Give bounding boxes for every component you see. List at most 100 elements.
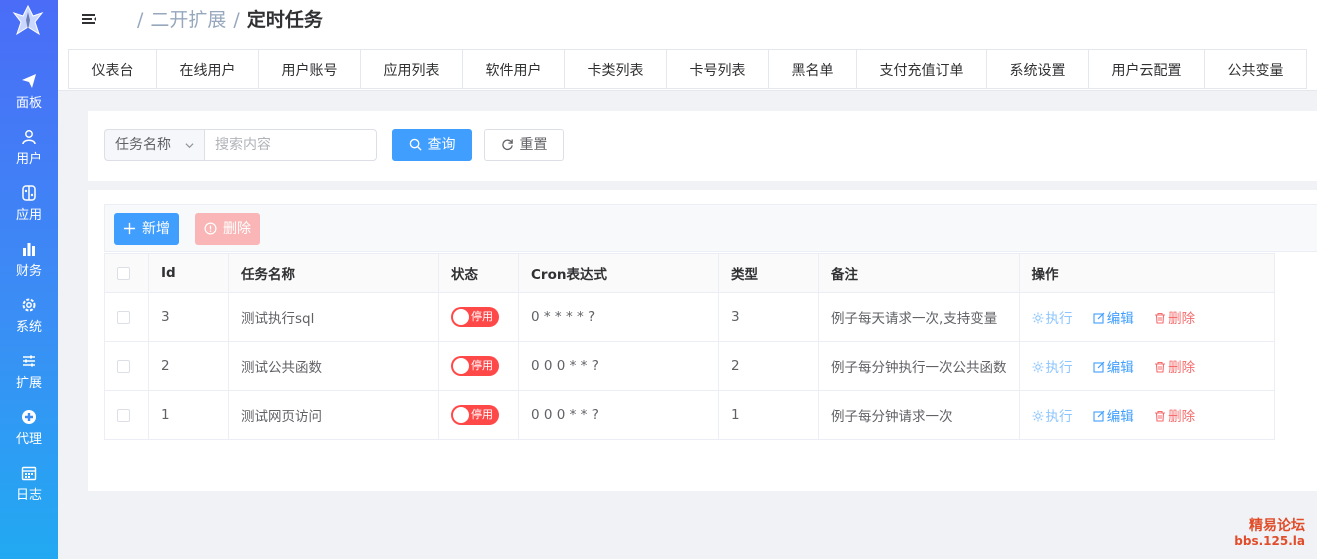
query-button-label: 查询 bbox=[427, 137, 456, 153]
breadcrumb: / 二开扩展 / 定时任务 bbox=[137, 9, 323, 31]
cell-cron: 0 * * * * ? bbox=[518, 292, 719, 342]
run-action-label: 执行 bbox=[1045, 360, 1073, 376]
run-action[interactable]: 执行 bbox=[1032, 356, 1073, 376]
gear-icon bbox=[22, 298, 36, 312]
tags-view-bar: 仪表台 在线用户 用户账号 应用列表 软件用户 卡类列表 卡号列表 黑名单 支付… bbox=[58, 48, 1317, 91]
row-select-cell bbox=[104, 292, 149, 342]
edit-icon bbox=[1093, 361, 1105, 373]
page-title: 定时任务 bbox=[246, 9, 323, 31]
run-action[interactable]: 执行 bbox=[1032, 405, 1073, 425]
info-circle-icon bbox=[204, 222, 217, 235]
sidebar-item-label: 应用 bbox=[15, 208, 42, 223]
edit-action-label: 编辑 bbox=[1106, 409, 1134, 425]
sidebar-item-label: 面板 bbox=[15, 96, 42, 111]
run-action[interactable]: 执行 bbox=[1032, 307, 1073, 327]
sidebar-item-agent[interactable]: 代理 bbox=[0, 409, 58, 461]
select-all-checkbox[interactable] bbox=[117, 266, 130, 280]
sidebar-item-app[interactable]: 应用 bbox=[0, 185, 58, 237]
breadcrumb-item[interactable]: 二开扩展 bbox=[150, 9, 226, 31]
cell-actions: 执行 编辑 删除 bbox=[1018, 292, 1275, 342]
logo-icon[interactable] bbox=[12, 4, 44, 38]
delete-action[interactable]: 删除 bbox=[1154, 307, 1195, 327]
sidebar-item-label: 代理 bbox=[15, 432, 42, 447]
sun-icon bbox=[1032, 361, 1043, 373]
switch-knob bbox=[453, 358, 469, 374]
delete-action[interactable]: 删除 bbox=[1154, 405, 1195, 425]
bar-chart-icon bbox=[23, 243, 35, 256]
trash-icon bbox=[1155, 361, 1166, 373]
row-checkbox[interactable] bbox=[117, 408, 130, 422]
tab-system-settings[interactable]: 系统设置 bbox=[986, 49, 1089, 89]
tab-dashboard[interactable]: 仪表台 bbox=[68, 49, 157, 89]
forum-watermark: 精易论坛 bbs.125.la bbox=[1234, 519, 1305, 549]
query-button[interactable]: 查询 bbox=[392, 129, 472, 161]
cell-type: 3 bbox=[718, 292, 819, 342]
switch-label: 停用 bbox=[471, 408, 493, 421]
tab-public-variables[interactable]: 公共变量 bbox=[1204, 49, 1307, 89]
chevron-down-icon bbox=[185, 143, 194, 149]
run-action-label: 执行 bbox=[1045, 409, 1073, 425]
cell-name: 测试执行sql bbox=[228, 292, 439, 342]
row-select-cell bbox=[104, 390, 149, 440]
cell-name: 测试网页访问 bbox=[228, 390, 439, 440]
sidebar-item-label: 扩展 bbox=[15, 376, 42, 391]
tab-software-users[interactable]: 软件用户 bbox=[462, 49, 565, 89]
reset-button[interactable]: 重置 bbox=[484, 129, 564, 161]
status-switch[interactable]: 停用 bbox=[451, 405, 499, 425]
cell-remark: 例子每天请求一次,支持变量 bbox=[818, 292, 1020, 342]
watermark-url: bbs.125.la bbox=[1234, 534, 1305, 548]
sidebar-item-label: 系统 bbox=[15, 320, 42, 335]
delete-button[interactable]: 删除 bbox=[195, 213, 260, 245]
column-header-cron: Cron表达式 bbox=[518, 253, 719, 293]
cell-id: 3 bbox=[148, 292, 229, 342]
tab-user-accounts[interactable]: 用户账号 bbox=[258, 49, 361, 89]
sidebar-item-extend[interactable]: 扩展 bbox=[0, 353, 58, 405]
tab-card-types[interactable]: 卡类列表 bbox=[564, 49, 667, 89]
cell-status: 停用 bbox=[438, 341, 519, 391]
column-header-name: 任务名称 bbox=[228, 253, 439, 293]
column-header-actions: 操作 bbox=[1018, 253, 1275, 293]
search-field-value: 任务名称 bbox=[115, 137, 171, 153]
tab-user-cloud-config[interactable]: 用户云配置 bbox=[1088, 49, 1205, 89]
refresh-icon bbox=[501, 139, 513, 151]
tab-app-list[interactable]: 应用列表 bbox=[360, 49, 463, 89]
edit-action-label: 编辑 bbox=[1106, 311, 1134, 327]
cell-type: 2 bbox=[718, 341, 819, 391]
edit-action[interactable]: 编辑 bbox=[1093, 356, 1134, 376]
cell-actions: 执行 编辑 删除 bbox=[1018, 341, 1275, 391]
sidebar: 面板 用户 应用 财务 系统 扩展 代理 日志 bbox=[0, 0, 58, 559]
sidebar-item-log[interactable]: 日志 bbox=[0, 465, 58, 517]
delete-action-label: 删除 bbox=[1168, 409, 1196, 425]
status-switch[interactable]: 停用 bbox=[451, 307, 499, 327]
status-switch[interactable]: 停用 bbox=[451, 356, 499, 376]
edit-action[interactable]: 编辑 bbox=[1093, 307, 1134, 327]
add-button[interactable]: 新增 bbox=[114, 213, 179, 245]
column-header-remark: 备注 bbox=[818, 253, 1020, 293]
sidebar-item-panel[interactable]: 面板 bbox=[0, 73, 58, 125]
search-input[interactable] bbox=[204, 129, 377, 161]
hamburger-icon[interactable] bbox=[81, 11, 97, 27]
delete-action-label: 删除 bbox=[1168, 311, 1196, 327]
tab-payment-orders[interactable]: 支付充值订单 bbox=[856, 49, 987, 89]
delete-action[interactable]: 删除 bbox=[1154, 356, 1195, 376]
tab-blacklist[interactable]: 黑名单 bbox=[768, 49, 857, 89]
switch-knob bbox=[453, 407, 469, 423]
cell-id: 2 bbox=[148, 341, 229, 391]
row-checkbox[interactable] bbox=[117, 310, 130, 324]
task-table-panel: 新增 删除 Id 任务名称 状态 Cron表达式 类型 备注 操作 3 测试执行… bbox=[88, 190, 1317, 491]
search-field-select[interactable]: 任务名称 bbox=[104, 129, 204, 161]
table-row: 2 测试公共函数 停用 0 0 0 * * ? 2 例子每分钟执行一次公共函数 … bbox=[104, 341, 1275, 391]
edit-action[interactable]: 编辑 bbox=[1093, 405, 1134, 425]
calendar-icon bbox=[21, 466, 37, 481]
row-checkbox[interactable] bbox=[117, 359, 130, 373]
sidebar-item-user[interactable]: 用户 bbox=[0, 129, 58, 181]
sidebar-item-system[interactable]: 系统 bbox=[0, 297, 58, 349]
cell-id: 1 bbox=[148, 390, 229, 440]
tab-card-numbers[interactable]: 卡号列表 bbox=[666, 49, 769, 89]
edit-icon bbox=[1093, 312, 1105, 324]
cell-type: 1 bbox=[718, 390, 819, 440]
sidebar-item-finance[interactable]: 财务 bbox=[0, 241, 58, 293]
tab-online-users[interactable]: 在线用户 bbox=[156, 49, 259, 89]
edit-icon bbox=[1093, 410, 1105, 422]
column-header-id[interactable]: Id bbox=[148, 253, 229, 293]
